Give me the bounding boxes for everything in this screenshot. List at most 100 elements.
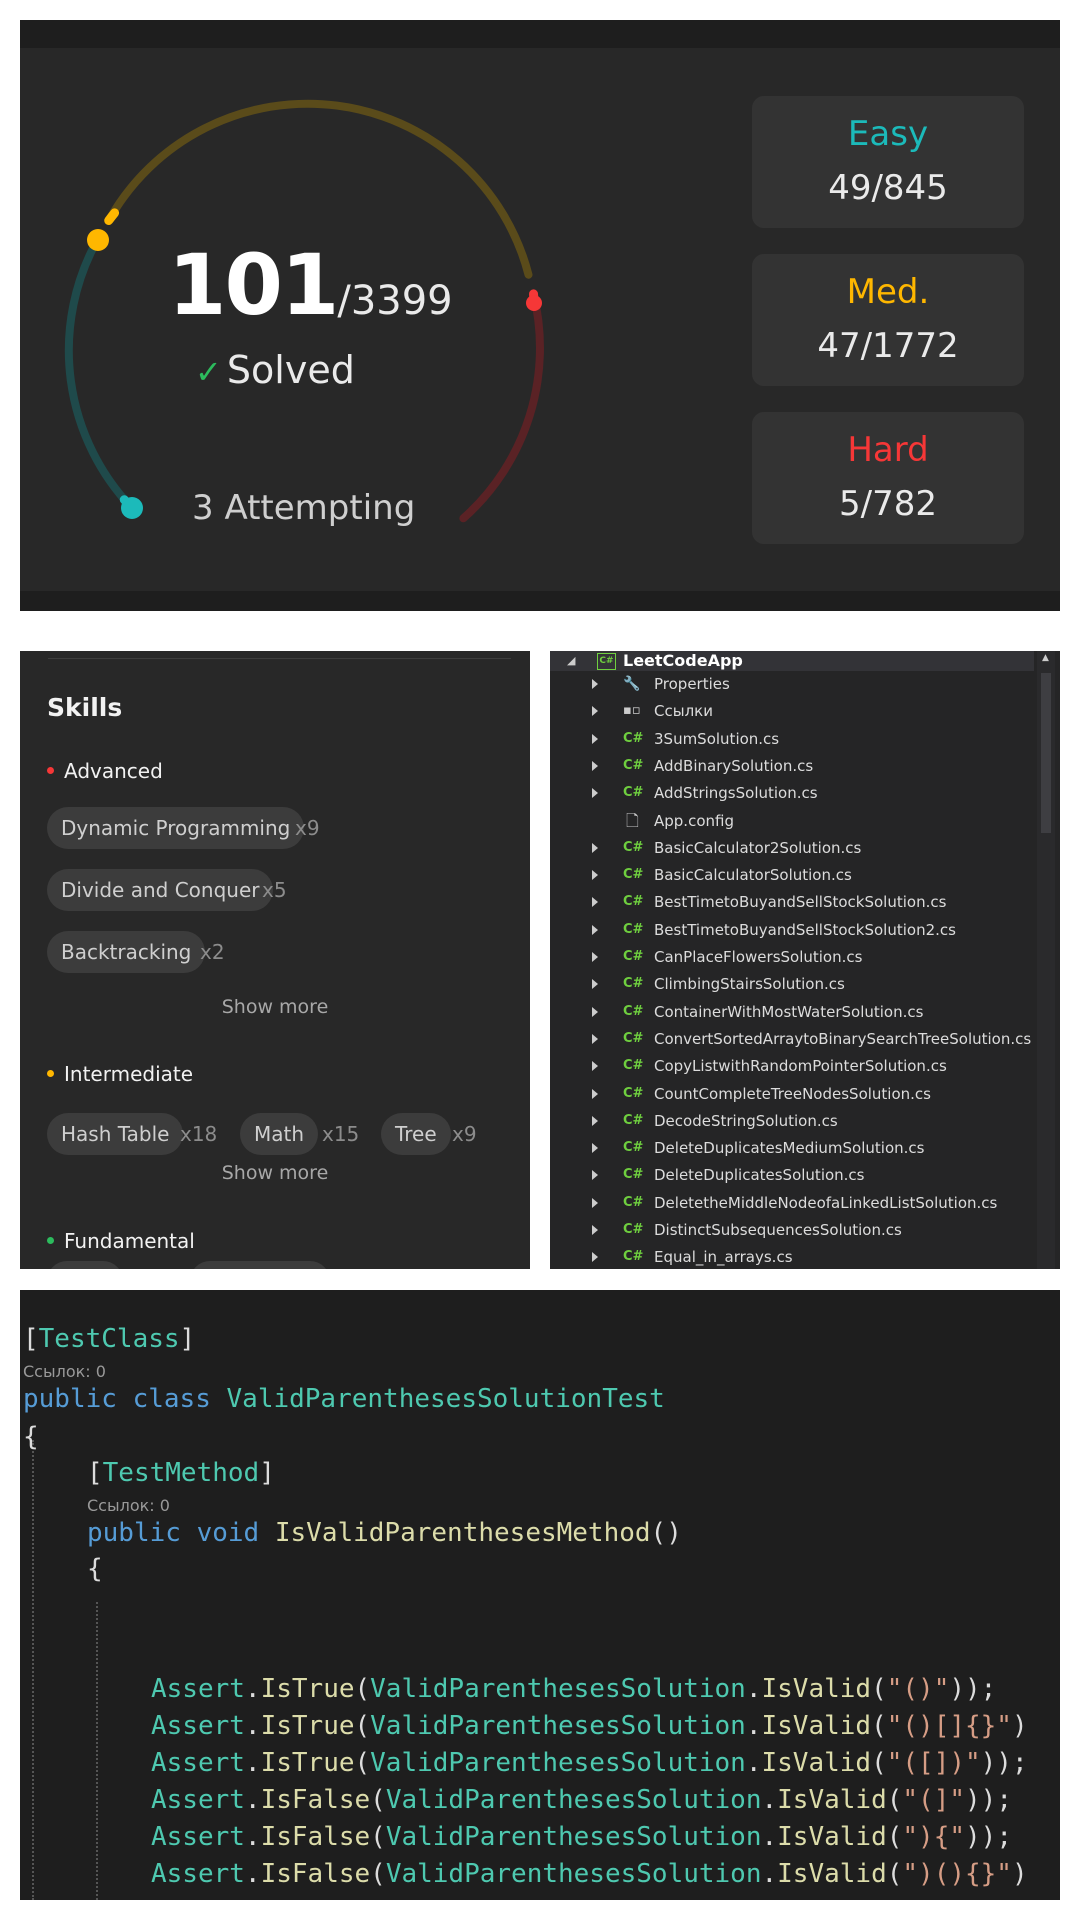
- dot: .: [244, 1748, 261, 1778]
- med-progress-arc: [104, 208, 120, 225]
- hard-label: Hard: [847, 430, 929, 470]
- tree-item-label: CopyListwithRandomPointerSolution.cs: [654, 1057, 947, 1076]
- skill-chip-dynamic-programming[interactable]: Dynamic Programming: [47, 807, 305, 849]
- skill-chip-hash-table[interactable]: Hash Table: [47, 1113, 184, 1155]
- isvalid-method: IsValid: [777, 1822, 887, 1852]
- expand-arrow-icon[interactable]: [592, 924, 598, 935]
- expand-arrow-icon[interactable]: [592, 842, 598, 853]
- expand-arrow-icon[interactable]: [592, 1197, 598, 1208]
- med-dot: [87, 229, 109, 251]
- expand-arrow-icon[interactable]: [592, 1006, 598, 1017]
- expand-arrow-icon[interactable]: [592, 788, 598, 799]
- expand-arrow-icon[interactable]: [592, 1061, 598, 1072]
- tree-item[interactable]: C# ContainerWithMostWaterSolution.cs: [550, 999, 1060, 1025]
- expand-arrow-icon[interactable]: [592, 733, 598, 744]
- assert-method: IsFalse: [260, 1822, 371, 1852]
- tree-item-label: DistinctSubsequencesSolution.cs: [654, 1221, 902, 1239]
- tree-item[interactable]: C# 3SumSolution.cs: [550, 726, 1060, 752]
- assert-class: Assert: [151, 1785, 245, 1815]
- code-editor[interactable]: [TestClass] Ссылок: 0 public class Valid…: [20, 1290, 1060, 1900]
- code-line-attr-method: [TestMethod]: [87, 1458, 275, 1488]
- scrollbar[interactable]: ▲: [1037, 651, 1055, 1269]
- paren: (: [354, 1674, 371, 1704]
- closing-tokens: ));: [980, 1748, 1028, 1778]
- tree-item[interactable]: C# CopyListwithRandomPointerSolution.cs: [550, 1053, 1060, 1079]
- solution-explorer: ◢ C# LeetCodeApp 🔧 Properties ▪▫ Ссылки C# 3S…: [550, 651, 1060, 1269]
- tree-item[interactable]: C# DeletetheMiddleNodeofaLinkedListSoluti…: [550, 1190, 1060, 1216]
- tree-item[interactable]: C# AddStringsSolution.cs: [550, 780, 1060, 806]
- tree-item-label: DeletetheMiddleNodeofaLinkedListSolution…: [654, 1193, 998, 1212]
- reference-count[interactable]: Ссылок: 0: [87, 1496, 170, 1515]
- easy-stat[interactable]: Easy 49/845: [752, 96, 1024, 228]
- scrollbar-thumb[interactable]: [1041, 673, 1051, 833]
- project-row[interactable]: ◢ C# LeetCodeApp: [550, 651, 1034, 671]
- solved-label-group: ✓ Solved: [195, 348, 355, 392]
- csharp-file-icon: C#: [623, 1112, 644, 1128]
- dot: .: [244, 1785, 261, 1815]
- skill-chip-backtracking[interactable]: Backtracking: [47, 931, 206, 973]
- skill-chip-divide-and-conquer[interactable]: Divide and Conquer: [47, 869, 274, 911]
- skill-chip-math[interactable]: Math: [240, 1113, 319, 1155]
- tree-item[interactable]: ▪▫ Ссылки: [550, 698, 1060, 724]
- tree-item[interactable]: C# DecodeStringSolution.cs: [550, 1108, 1060, 1134]
- expand-arrow-icon[interactable]: [592, 1033, 598, 1044]
- show-more-advanced-button[interactable]: Show more: [20, 996, 530, 1018]
- method-name: IsValidParenthesesMethod: [274, 1518, 651, 1548]
- tree-item[interactable]: C# Equal_in_arrays.cs: [550, 1244, 1060, 1269]
- indent-guide: [96, 1602, 98, 1900]
- tree-item[interactable]: C# ConvertSortedArraytoBinarySearchTreeSo…: [550, 1026, 1060, 1052]
- tree-item[interactable]: C# ClimbingStairsSolution.cs: [550, 971, 1060, 997]
- expand-arrow-icon[interactable]: [592, 1088, 598, 1099]
- tree-item-label: AddBinarySolution.cs: [654, 756, 814, 775]
- tree-item[interactable]: C# DeleteDuplicatesSolution.cs: [550, 1162, 1060, 1188]
- closing-tokens: ): [1011, 1711, 1028, 1741]
- skill-chip-partial[interactable]: [190, 1261, 330, 1269]
- tree-item[interactable]: C# DistinctSubsequencesSolution.cs: [550, 1217, 1060, 1243]
- dot: .: [761, 1785, 778, 1815]
- string-literal: "(]": [902, 1785, 966, 1815]
- csharp-file-icon: C#: [623, 1249, 644, 1265]
- skill-chip-partial[interactable]: [47, 1261, 123, 1269]
- expand-arrow-icon[interactable]: [592, 1252, 598, 1263]
- reference-count[interactable]: Ссылок: 0: [23, 1362, 106, 1381]
- expand-arrow-icon[interactable]: [592, 1170, 598, 1181]
- tree-item[interactable]: 🔧 Properties: [550, 671, 1060, 697]
- tree-item-label: Ссылки: [654, 702, 713, 721]
- expand-arrow-icon[interactable]: [592, 1143, 598, 1154]
- bracket: ]: [179, 1324, 196, 1354]
- string-literal: "([])": [886, 1748, 981, 1778]
- medium-stat[interactable]: Med. 47/1772: [752, 254, 1024, 386]
- expand-arrow-icon[interactable]: [592, 679, 598, 689]
- scroll-up-icon[interactable]: ▲: [1042, 653, 1049, 663]
- tree-item[interactable]: 🗋 App.config: [550, 808, 1060, 834]
- show-more-intermediate-button[interactable]: Show more: [20, 1162, 530, 1184]
- skill-chip-tree[interactable]: Tree: [381, 1113, 451, 1155]
- assert-method: IsTrue: [260, 1674, 355, 1704]
- expand-arrow-icon[interactable]: [592, 897, 598, 908]
- tree-item[interactable]: C# DeleteDuplicatesMediumSolution.cs: [550, 1135, 1060, 1161]
- tree-item-label: ConvertSortedArraytoBinarySearchTreeSolu…: [654, 1029, 1032, 1048]
- tree-item[interactable]: C# BasicCalculatorSolution.cs: [550, 862, 1060, 888]
- medium-value: 47/1772: [817, 326, 959, 366]
- csharp-file-icon: C#: [623, 976, 644, 992]
- easy-label: Easy: [847, 114, 929, 154]
- expand-arrow-icon[interactable]: [592, 1115, 598, 1126]
- tree-item[interactable]: C# CountCompleteTreeNodesSolution.cs: [550, 1081, 1060, 1107]
- assert-method: IsFalse: [260, 1859, 371, 1889]
- expand-arrow-icon[interactable]: [592, 979, 598, 990]
- tree-item-label: BasicCalculator2Solution.cs: [654, 838, 862, 857]
- expanded-arrow-icon[interactable]: ◢: [567, 651, 575, 671]
- tree-item[interactable]: C# BestTimetoBuyandSellStockSolution2.cs: [550, 917, 1060, 943]
- config-file-icon: 🗋: [626, 810, 639, 830]
- tree-item[interactable]: C# CanPlaceFlowersSolution.cs: [550, 944, 1060, 970]
- expand-arrow-icon[interactable]: [592, 760, 598, 771]
- expand-arrow-icon[interactable]: [592, 870, 598, 881]
- tree-item-label: Properties: [654, 675, 730, 693]
- expand-arrow-icon[interactable]: [592, 706, 598, 717]
- hard-stat[interactable]: Hard 5/782: [752, 412, 1024, 544]
- tree-item[interactable]: C# BestTimetoBuyandSellStockSolution.cs: [550, 889, 1060, 915]
- tree-item[interactable]: C# BasicCalculator2Solution.cs: [550, 835, 1060, 861]
- tree-item[interactable]: C# AddBinarySolution.cs: [550, 753, 1060, 779]
- expand-arrow-icon[interactable]: [592, 952, 598, 962]
- expand-arrow-icon[interactable]: [592, 1225, 598, 1235]
